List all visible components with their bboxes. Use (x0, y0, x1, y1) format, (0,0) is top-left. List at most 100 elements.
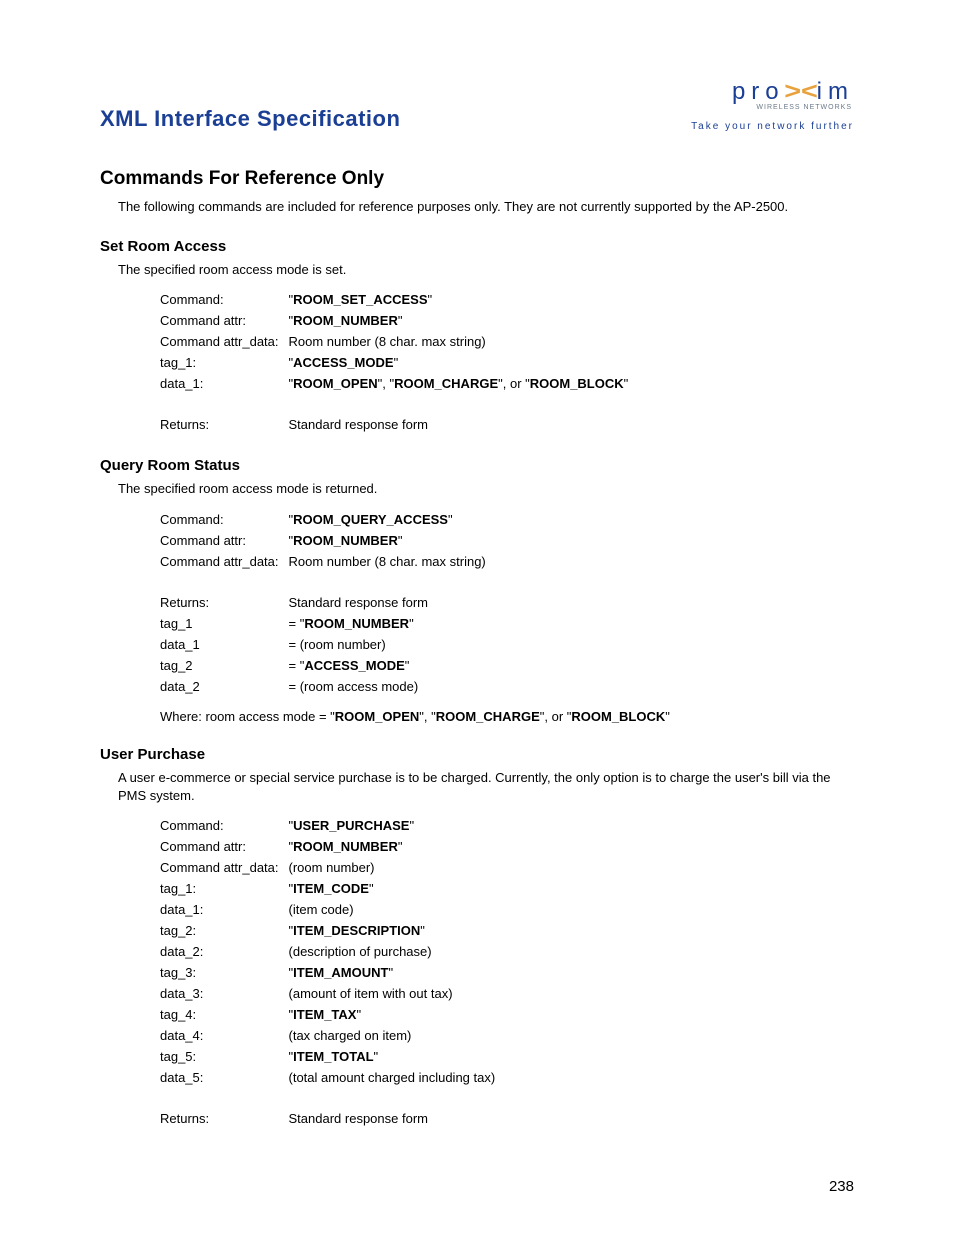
cell-label: tag_1: (160, 352, 289, 373)
cell-value: "ROOM_QUERY_ACCESS" (289, 509, 492, 530)
subheading-set-room-access: Set Room Access (100, 238, 854, 255)
cell-value: = (room access mode) (289, 676, 492, 697)
query-room-where: Where: room access mode = "ROOM_OPEN", "… (160, 709, 854, 724)
table-row: tag_1= "ROOM_NUMBER" (160, 613, 492, 634)
table-row: Command:"USER_PURCHASE" (160, 815, 501, 836)
table-row: Returns:Standard response form (160, 1108, 501, 1129)
cell-label: tag_4: (160, 1004, 289, 1025)
set-room-desc: The specified room access mode is set. (118, 261, 854, 279)
table-row: data_1:(item code) (160, 899, 501, 920)
cell-value: "ROOM_SET_ACCESS" (289, 289, 635, 310)
cell-value: = (room number) (289, 634, 492, 655)
table-row: Command attr:"ROOM_NUMBER" (160, 836, 501, 857)
table-row: data_3:(amount of item with out tax) (160, 983, 501, 1004)
subheading-query-room-status: Query Room Status (100, 457, 854, 474)
query-room-table: Command:"ROOM_QUERY_ACCESS" Command attr… (160, 509, 492, 697)
logo-subbrand: WIRELESS NETWORKS (691, 104, 854, 111)
table-row: tag_5:"ITEM_TOTAL" (160, 1046, 501, 1067)
cell-label: Command: (160, 289, 289, 310)
page-header: XML Interface Specification pro><im WIRE… (100, 78, 854, 132)
cell-value: "ITEM_DESCRIPTION" (289, 920, 502, 941)
table-row: data_5:(total amount charged including t… (160, 1067, 501, 1088)
table-row: data_2= (room access mode) (160, 676, 492, 697)
cell-value: "ACCESS_MODE" (289, 352, 635, 373)
cell-label: data_4: (160, 1025, 289, 1046)
user-purchase-table: Command:"USER_PURCHASE" Command attr:"RO… (160, 815, 501, 1129)
table-row: tag_2:"ITEM_DESCRIPTION" (160, 920, 501, 941)
cell-label: Command attr_data: (160, 551, 289, 572)
cell-label: tag_1: (160, 878, 289, 899)
cell-value: "ITEM_CODE" (289, 878, 502, 899)
cell-label: data_1 (160, 634, 289, 655)
cell-value: "ITEM_TAX" (289, 1004, 502, 1025)
cell-value: (room number) (289, 857, 502, 878)
table-row: Command:"ROOM_SET_ACCESS" (160, 289, 634, 310)
cell-label: Command: (160, 509, 289, 530)
cell-value: "ITEM_AMOUNT" (289, 962, 502, 983)
cell-value: Standard response form (289, 1108, 502, 1129)
cell-label: Command: (160, 815, 289, 836)
cell-value: = "ACCESS_MODE" (289, 655, 492, 676)
cell-label: tag_2: (160, 920, 289, 941)
cell-value: (amount of item with out tax) (289, 983, 502, 1004)
table-row: tag_2= "ACCESS_MODE" (160, 655, 492, 676)
table-row: Command attr_data:(room number) (160, 857, 501, 878)
cell-label: tag_5: (160, 1046, 289, 1067)
cell-label: data_1: (160, 899, 289, 920)
cell-value: "ITEM_TOTAL" (289, 1046, 502, 1067)
section-heading: Commands For Reference Only (100, 168, 854, 190)
cell-value: Room number (8 char. max string) (289, 551, 492, 572)
cell-label: data_5: (160, 1067, 289, 1088)
table-row: data_2:(description of purchase) (160, 941, 501, 962)
cell-value: (description of purchase) (289, 941, 502, 962)
cell-label: Command attr: (160, 836, 289, 857)
table-row: Returns:Standard response form (160, 414, 634, 435)
cell-value: "ROOM_NUMBER" (289, 836, 502, 857)
table-row: data_1= (room number) (160, 634, 492, 655)
table-row: data_4:(tax charged on item) (160, 1025, 501, 1046)
cell-label: data_2: (160, 941, 289, 962)
table-row: tag_3:"ITEM_AMOUNT" (160, 962, 501, 983)
cell-label: tag_3: (160, 962, 289, 983)
page: XML Interface Specification pro><im WIRE… (0, 0, 954, 1235)
cell-value: Standard response form (289, 592, 492, 613)
logo-tagline: Take your network further (691, 121, 854, 132)
user-purchase-desc: A user e-commerce or special service pur… (118, 769, 854, 805)
table-row: tag_1:"ITEM_CODE" (160, 878, 501, 899)
section-intro: The following commands are included for … (118, 198, 854, 216)
cell-value: Standard response form (289, 414, 635, 435)
table-row: Command attr_data:Room number (8 char. m… (160, 551, 492, 572)
logo-wordmark: pro><im (691, 78, 854, 106)
cell-value: "ROOM_NUMBER" (289, 530, 492, 551)
cell-value: (item code) (289, 899, 502, 920)
brand-logo: pro><im WIRELESS NETWORKS Take your netw… (691, 78, 854, 132)
cell-value: (total amount charged including tax) (289, 1067, 502, 1088)
cell-value: "ROOM_NUMBER" (289, 310, 635, 331)
cell-label: data_2 (160, 676, 289, 697)
set-room-table: Command:"ROOM_SET_ACCESS" Command attr:"… (160, 289, 634, 435)
document-title: XML Interface Specification (100, 106, 400, 132)
cell-label: Command attr: (160, 310, 289, 331)
table-row: Command attr_data:Room number (8 char. m… (160, 331, 634, 352)
cell-label: Returns: (160, 1108, 289, 1129)
table-row: Command attr:"ROOM_NUMBER" (160, 530, 492, 551)
cell-value: = "ROOM_NUMBER" (289, 613, 492, 634)
cell-value: Room number (8 char. max string) (289, 331, 635, 352)
cell-value: "ROOM_OPEN", "ROOM_CHARGE", or "ROOM_BLO… (289, 373, 635, 394)
cell-label: Returns: (160, 592, 289, 613)
table-row: Command:"ROOM_QUERY_ACCESS" (160, 509, 492, 530)
subheading-user-purchase: User Purchase (100, 746, 854, 763)
page-number: 238 (829, 1178, 854, 1195)
cell-value: "USER_PURCHASE" (289, 815, 502, 836)
cell-label: Command attr_data: (160, 857, 289, 878)
cell-label: Command attr: (160, 530, 289, 551)
cell-label: Returns: (160, 414, 289, 435)
cell-label: tag_2 (160, 655, 289, 676)
query-room-desc: The specified room access mode is return… (118, 480, 854, 498)
table-row: tag_4:"ITEM_TAX" (160, 1004, 501, 1025)
cell-label: data_1: (160, 373, 289, 394)
table-row: data_1:"ROOM_OPEN", "ROOM_CHARGE", or "R… (160, 373, 634, 394)
cell-value: (tax charged on item) (289, 1025, 502, 1046)
table-row: Command attr:"ROOM_NUMBER" (160, 310, 634, 331)
table-row: Returns:Standard response form (160, 592, 492, 613)
